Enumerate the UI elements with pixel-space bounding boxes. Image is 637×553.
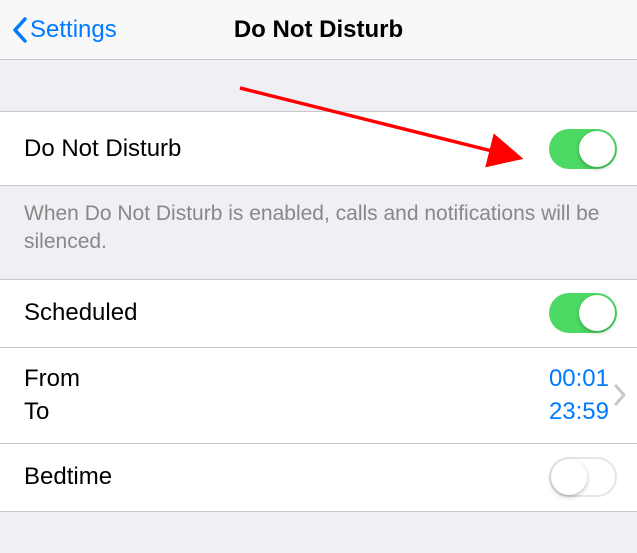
bedtime-label: Bedtime [24,463,112,491]
to-value: 23:59 [549,395,609,429]
toggle-knob [551,459,587,495]
dnd-label: Do Not Disturb [24,135,181,163]
bedtime-row: Bedtime [0,444,637,512]
to-label: To [24,395,80,429]
from-label: From [24,362,80,396]
toggle-knob [579,295,615,331]
scheduled-row: Scheduled [0,280,637,348]
chevron-left-icon [12,17,28,43]
dnd-footer: When Do Not Disturb is enabled, calls an… [0,186,637,280]
from-value: 00:01 [549,362,609,396]
dnd-toggle[interactable] [549,129,617,169]
toggle-knob [579,131,615,167]
back-button[interactable]: Settings [0,16,117,44]
bedtime-toggle[interactable] [549,457,617,497]
chevron-right-icon [613,384,627,406]
dnd-row: Do Not Disturb [0,112,637,186]
back-label: Settings [30,16,117,44]
time-values: 00:01 23:59 [549,362,609,429]
scheduled-label: Scheduled [24,299,137,327]
nav-header: Settings Do Not Disturb [0,0,637,60]
time-labels: From To [24,362,80,429]
section-gap [0,60,637,112]
schedule-time-row[interactable]: From To 00:01 23:59 [0,348,637,444]
scheduled-toggle[interactable] [549,293,617,333]
